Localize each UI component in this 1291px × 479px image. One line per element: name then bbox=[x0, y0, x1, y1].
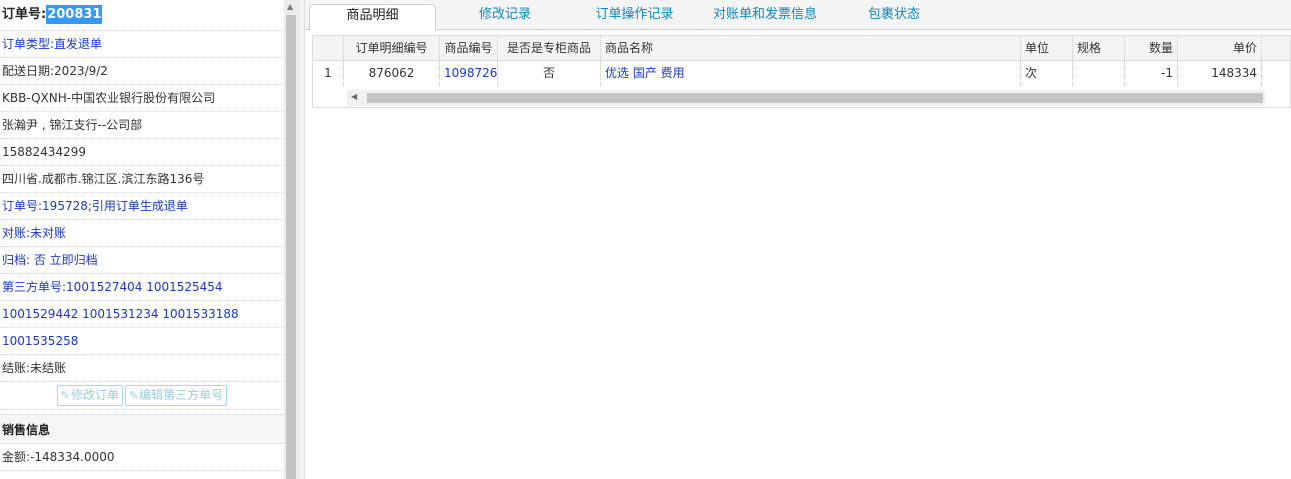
edit-icon: ✎ bbox=[129, 389, 139, 402]
cell-unit: 次 bbox=[1021, 61, 1073, 86]
cell-spec bbox=[1073, 61, 1125, 86]
sales-amount: 金额:-148334.0000 bbox=[0, 444, 284, 471]
cell-product-id-link[interactable]: 1098726 bbox=[440, 61, 498, 86]
delivery-date: 配送日期:2023/9/2 bbox=[0, 58, 284, 85]
edit-third-party-button[interactable]: ✎编辑第三方单号 bbox=[125, 385, 228, 406]
contact-person: 张瀚尹 , 锦江支行--公司部 bbox=[0, 112, 284, 139]
col-header-unit-price[interactable]: 单价 bbox=[1178, 36, 1262, 61]
table-row[interactable]: 1 876062 1098726 否 优选 国产 费用 次 -1 148334 bbox=[313, 61, 1290, 86]
scrollbar-thumb[interactable] bbox=[286, 15, 296, 479]
tab-change-log[interactable]: 修改记录 bbox=[450, 4, 560, 30]
archive-status[interactable]: 归档: 否 立即归档 bbox=[0, 247, 284, 274]
company-name: KBB-QXNH-中国农业银行股份有限公司 bbox=[0, 85, 284, 112]
third-party-ids-line-3: 1001535258 bbox=[0, 328, 284, 355]
cell-product-name-link[interactable]: 优选 国产 费用 bbox=[601, 61, 1021, 86]
order-id-row: 订单号:200831 bbox=[0, 0, 284, 31]
reconcile-status: 对账:未对账 bbox=[0, 220, 284, 247]
order-id-label: 订单号: bbox=[2, 7, 47, 22]
order-action-buttons: ✎修改订单 ✎编辑第三方单号 bbox=[0, 382, 284, 410]
grid-scrollbar-thumb[interactable] bbox=[367, 93, 1263, 103]
detail-panel: 商品明细 修改记录 订单操作记录 对账单和发票信息 包裹状态 订单明细编号 商品… bbox=[305, 0, 1291, 479]
col-header-unit[interactable]: 单位 bbox=[1021, 36, 1073, 61]
tab-package-status[interactable]: 包裹状态 bbox=[850, 4, 938, 30]
edit-order-button[interactable]: ✎修改订单 bbox=[56, 385, 123, 406]
col-header-spec[interactable]: 规格 bbox=[1073, 36, 1125, 61]
third-party-ids-line-2: 1001529442 1001531234 1001533188 bbox=[0, 301, 284, 328]
cell-detail-id: 876062 bbox=[344, 61, 440, 86]
scroll-left-arrow-icon[interactable]: ◀ bbox=[351, 93, 357, 101]
tab-statement-invoice[interactable]: 对账单和发票信息 bbox=[705, 4, 825, 30]
col-header-quantity[interactable]: 数量 bbox=[1125, 36, 1178, 61]
product-grid: 订单明细编号 商品编号 是否是专柜商品 商品名称 单位 规格 数量 单价 1 8… bbox=[312, 35, 1291, 108]
reference-order[interactable]: 订单号:195728;引用订单生成退单 bbox=[0, 193, 284, 220]
phone-number: 15882434299 bbox=[0, 139, 284, 166]
tab-order-operation-log[interactable]: 订单操作记录 bbox=[577, 4, 692, 30]
cell-rownum: 1 bbox=[313, 61, 344, 86]
col-header-counter-product[interactable]: 是否是专柜商品 bbox=[498, 36, 601, 61]
order-info-panel: 订单号:200831 订单类型:直发退单 配送日期:2023/9/2 KBB-Q… bbox=[0, 0, 284, 479]
cell-counter-product: 否 bbox=[498, 61, 601, 86]
order-detail-window: 订单号:200831 订单类型:直发退单 配送日期:2023/9/2 KBB-Q… bbox=[0, 0, 1291, 479]
edit-third-party-button-label: 编辑第三方单号 bbox=[139, 388, 224, 402]
cell-quantity: -1 bbox=[1125, 61, 1178, 86]
third-party-ids-line-1: 第三方单号:1001527404 1001525454 bbox=[0, 274, 284, 301]
col-header-product-name[interactable]: 商品名称 bbox=[601, 36, 1021, 61]
col-header-rownum bbox=[313, 36, 344, 61]
settlement-status: 结账:未结账 bbox=[0, 355, 284, 382]
cell-unit-price: 148334 bbox=[1178, 61, 1262, 86]
grid-header: 订单明细编号 商品编号 是否是专柜商品 商品名称 单位 规格 数量 单价 bbox=[313, 36, 1290, 61]
grid-horizontal-scrollbar[interactable]: ◀ bbox=[347, 90, 1265, 106]
order-id-value[interactable]: 200831 bbox=[46, 5, 103, 24]
panel-splitter[interactable] bbox=[298, 0, 305, 479]
col-header-product-id[interactable]: 商品编号 bbox=[440, 36, 498, 61]
tab-bar: 商品明细 修改记录 订单操作记录 对账单和发票信息 包裹状态 bbox=[305, 0, 1291, 31]
edit-order-button-label: 修改订单 bbox=[70, 388, 119, 402]
scroll-up-arrow-icon[interactable]: ▲ bbox=[287, 3, 293, 11]
edit-icon: ✎ bbox=[60, 389, 70, 402]
order-type: 订单类型:直发退单 bbox=[0, 31, 284, 58]
delivery-address: 四川省.成都市.锦江区.滨江东路136号 bbox=[0, 166, 284, 193]
left-panel-scrollbar[interactable]: ▲ bbox=[284, 0, 298, 479]
sales-section-title: 销售信息 bbox=[0, 414, 284, 444]
col-header-detail-id[interactable]: 订单明细编号 bbox=[344, 36, 440, 61]
tab-product-details[interactable]: 商品明细 bbox=[309, 4, 436, 31]
